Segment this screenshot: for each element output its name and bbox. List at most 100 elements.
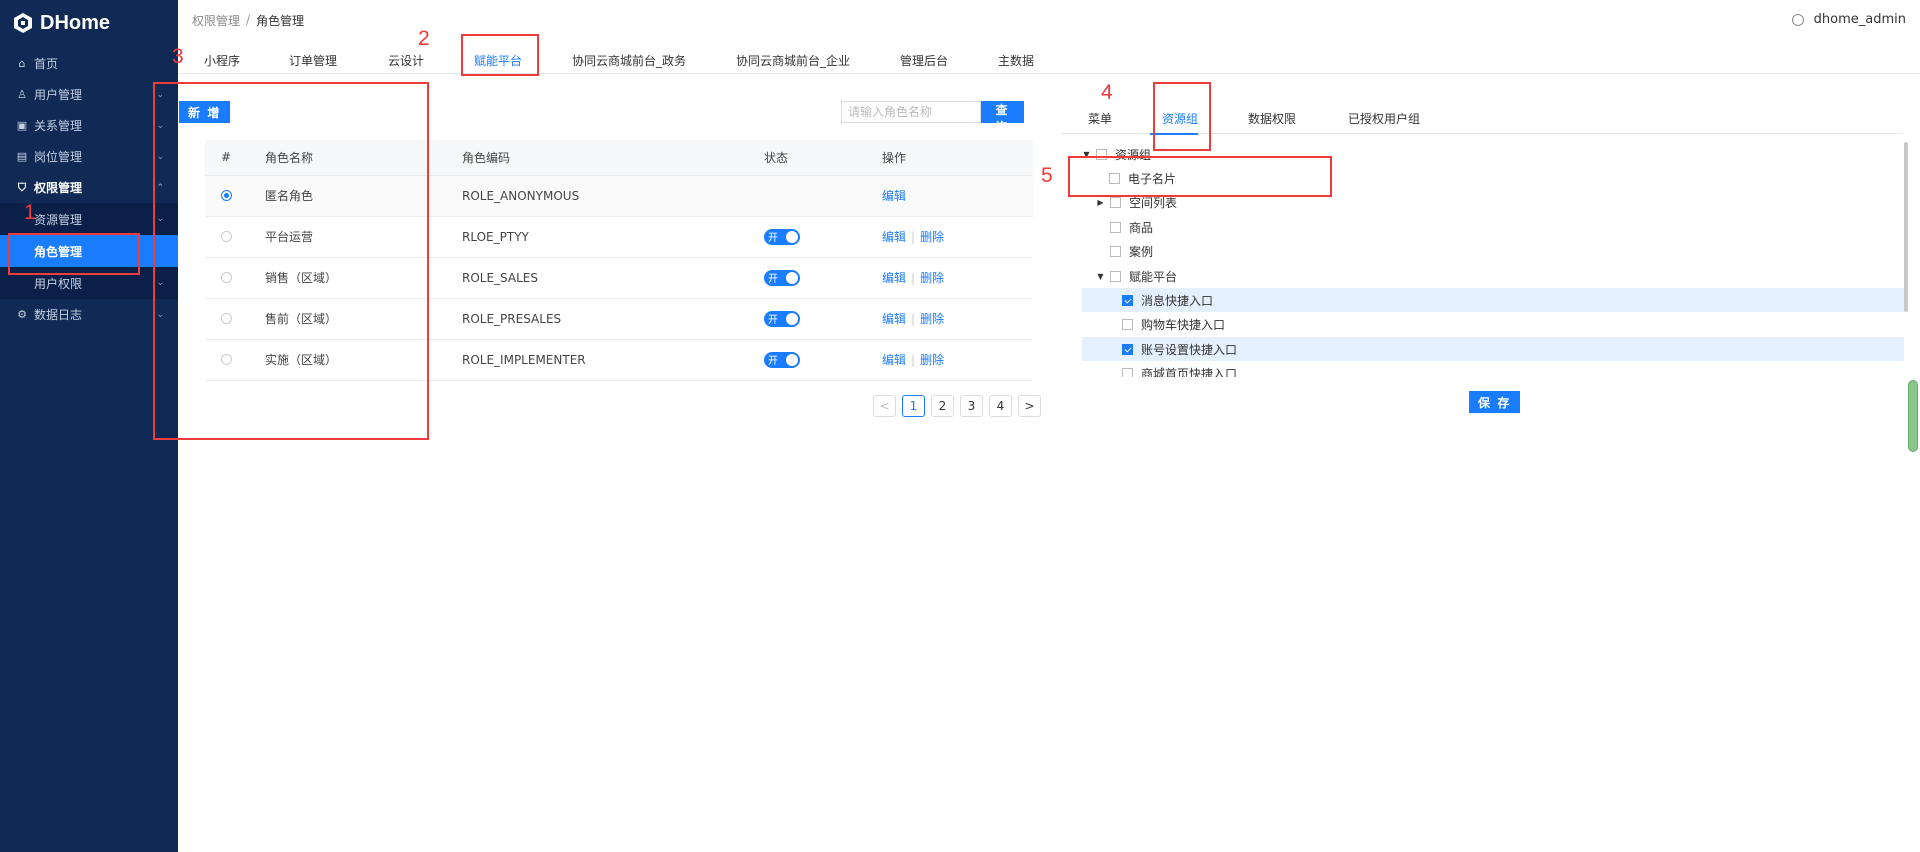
status-toggle[interactable]: 开 <box>764 351 800 368</box>
delete-link[interactable]: 删除 <box>920 230 944 244</box>
cube-logo-icon <box>14 13 32 33</box>
edit-link[interactable]: 编辑 <box>882 353 906 367</box>
role-search: 查 询 <box>841 101 1024 134</box>
tree-scrollbar[interactable] <box>1904 142 1908 312</box>
sidebar-item-positions[interactable]: ▤ 岗位管理 ⌄ <box>0 141 178 172</box>
tree-checkbox[interactable] <box>1122 367 1133 377</box>
brand-name: DHome <box>40 11 111 34</box>
tab-menu[interactable]: 菜单 <box>1088 110 1112 127</box>
user-avatar-icon <box>1791 13 1804 26</box>
user-icon: ♙ <box>17 88 27 101</box>
sidebar: DHome ⌂ 首页 ♙ 用户管理 ⌄ ▣ 关系管理 ⌄ ▤ 岗位管理 ⌄ ⛉ … <box>0 0 178 852</box>
sidebar-item-label: 权限管理 <box>34 181 83 195</box>
sidebar-item-data-logs[interactable]: ⚙ 数据日志 ⌄ <box>0 299 178 330</box>
role-status <box>764 175 882 217</box>
user-menu[interactable]: dhome_admin <box>1791 12 1906 27</box>
role-search-input[interactable] <box>841 101 981 123</box>
tree-node[interactable]: 账号设置快捷入口 <box>1082 337 1904 361</box>
save-button[interactable]: 保 存 <box>1469 391 1521 413</box>
role-code: ROLE_ANONYMOUS <box>462 175 764 217</box>
tree-node-label: 购物车快捷入口 <box>1141 317 1226 332</box>
divider: | <box>911 271 916 285</box>
page-button[interactable]: 4 <box>989 395 1012 417</box>
tree-node[interactable]: 商城首页快捷入口 <box>1082 361 1904 377</box>
tab-authorized-user-groups[interactable]: 已授权用户组 <box>1348 110 1420 127</box>
tree-checkbox[interactable] <box>1110 270 1121 282</box>
edit-link[interactable]: 编辑 <box>882 189 906 203</box>
status-toggle[interactable]: 开 <box>764 310 800 327</box>
tab-master-data[interactable]: 主数据 <box>998 52 1034 69</box>
tab-mall-enterprise[interactable]: 协同云商城前台_企业 <box>736 52 850 69</box>
tree-checkbox[interactable] <box>1122 294 1133 306</box>
sidebar-item-relations[interactable]: ▣ 关系管理 ⌄ <box>0 110 178 141</box>
relation-icon: ▣ <box>16 119 28 132</box>
caret-right-icon[interactable]: ▶ <box>1096 198 1105 207</box>
tree-node-label: 商城首页快捷入口 <box>1141 366 1238 378</box>
pagination: < 1 2 3 4 > <box>873 395 1041 417</box>
annotation-number-2: 2 <box>418 27 430 50</box>
tab-admin[interactable]: 管理后台 <box>900 52 948 69</box>
scrollbar-thumb[interactable] <box>1904 142 1908 312</box>
prev-page-button[interactable]: < <box>873 395 896 417</box>
tab-orders[interactable]: 订单管理 <box>289 52 337 69</box>
sidebar-item-label: 用户权限 <box>34 276 83 291</box>
brand-logo[interactable]: DHome <box>0 0 178 46</box>
role-code: ROLE_SALES <box>462 257 764 299</box>
status-toggle[interactable]: 开 <box>764 269 800 286</box>
toggle-label: 开 <box>768 315 778 326</box>
role-code: ROLE_PRESALES <box>462 298 764 340</box>
page-button[interactable]: 3 <box>960 395 983 417</box>
tree-node[interactable]: 案例 <box>1082 239 1904 263</box>
briefcase-icon: ▤ <box>16 150 28 163</box>
tab-mall-gov[interactable]: 协同云商城前台_政务 <box>572 52 686 69</box>
col-actions: 操作 <box>882 140 1033 176</box>
annotation-number-1: 1 <box>24 201 36 224</box>
tree-checkbox[interactable] <box>1122 343 1133 355</box>
breadcrumb-parent[interactable]: 权限管理 <box>192 12 240 29</box>
home-icon: ⌂ <box>18 57 26 70</box>
toggle-label: 开 <box>768 356 778 367</box>
delete-link[interactable]: 删除 <box>920 353 944 367</box>
status-toggle[interactable]: 开 <box>764 228 800 245</box>
tree-checkbox[interactable] <box>1110 221 1121 233</box>
tab-miniprogram[interactable]: 小程序 <box>204 52 240 69</box>
sidebar-item-users[interactable]: ♙ 用户管理 ⌄ <box>0 79 178 110</box>
tree-node-label: 赋能平台 <box>1129 269 1178 284</box>
side-widget-handle[interactable] <box>1908 380 1918 452</box>
search-button[interactable]: 查 询 <box>981 101 1024 134</box>
breadcrumb-current: 角色管理 <box>256 13 305 28</box>
tree-checkbox[interactable] <box>1110 196 1121 208</box>
tree-checkbox[interactable] <box>1122 318 1133 330</box>
tab-cloud-design[interactable]: 云设计 <box>388 52 424 69</box>
sidebar-item-label: 用户管理 <box>34 88 83 102</box>
tab-data-permissions[interactable]: 数据权限 <box>1248 110 1296 127</box>
page-button[interactable]: 1 <box>902 395 925 417</box>
sidebar-item-home[interactable]: ⌂ 首页 <box>0 48 178 79</box>
role-code: ROLE_IMPLEMENTER <box>462 339 764 381</box>
delete-link[interactable]: 删除 <box>920 271 944 285</box>
edit-link[interactable]: 编辑 <box>882 230 906 244</box>
role-code: RLOE_PTYY <box>462 216 764 258</box>
next-page-button[interactable]: > <box>1018 395 1041 417</box>
tree-node-label: 账号设置快捷入口 <box>1141 342 1238 357</box>
app-tabs: 小程序 订单管理 云设计 赋能平台 协同云商城前台_政务 协同云商城前台_企业 … <box>178 44 1920 74</box>
tree-checkbox[interactable] <box>1110 245 1121 257</box>
tree-node[interactable]: 购物车快捷入口 <box>1082 312 1904 336</box>
annotation-box-2 <box>461 34 539 76</box>
annotation-box-4 <box>1153 82 1211 151</box>
shield-icon: ⛉ <box>17 180 27 194</box>
tree-node[interactable]: ▼ 赋能平台 <box>1082 264 1904 288</box>
tree-node[interactable]: 商品 <box>1082 215 1904 239</box>
annotation-number-3: 3 <box>172 45 184 68</box>
delete-link[interactable]: 删除 <box>920 312 944 326</box>
divider: | <box>911 230 916 244</box>
sidebar-item-label: 首页 <box>34 57 59 71</box>
edit-link[interactable]: 编辑 <box>882 312 906 326</box>
edit-link[interactable]: 编辑 <box>882 271 906 285</box>
sidebar-item-label: 关系管理 <box>34 119 83 133</box>
caret-down-icon[interactable]: ▼ <box>1096 272 1105 281</box>
page-button[interactable]: 2 <box>931 395 954 417</box>
toggle-label: 开 <box>768 274 778 285</box>
sidebar-item-permissions[interactable]: ⛉ 权限管理 ⌃ <box>0 172 178 203</box>
tree-node[interactable]: 消息快捷入口 <box>1082 288 1904 312</box>
